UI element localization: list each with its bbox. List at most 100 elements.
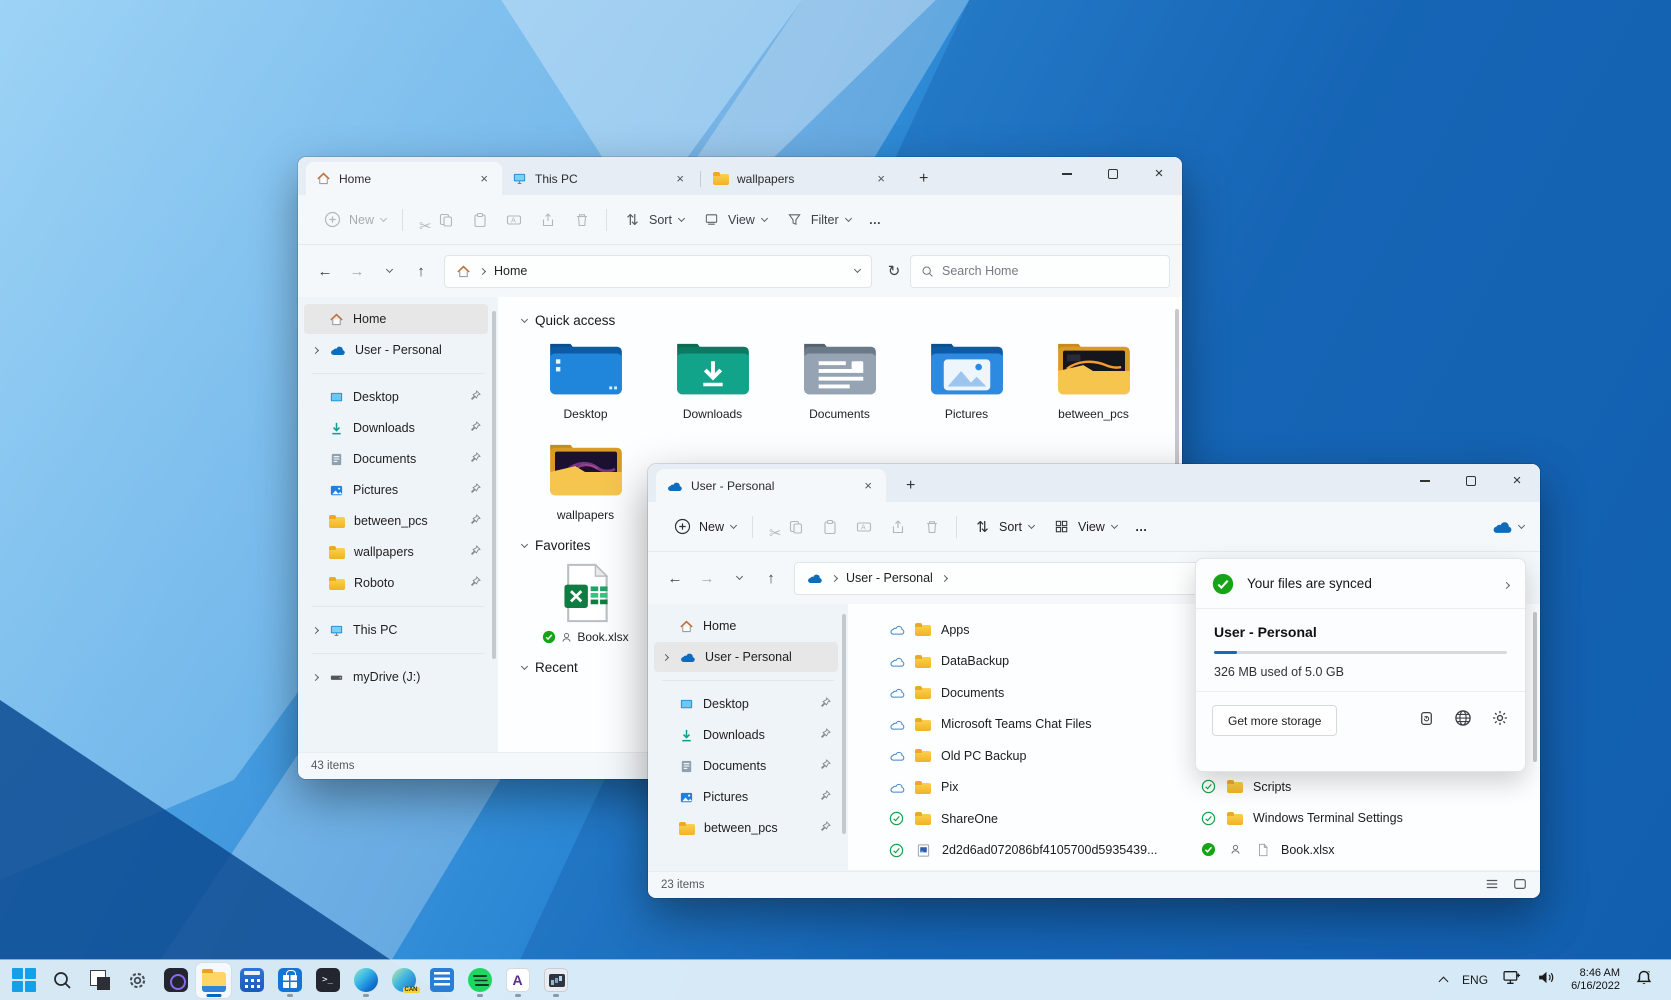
file-row[interactable]: DataBackup — [888, 646, 1188, 678]
store-button[interactable] — [272, 963, 307, 998]
terminal-button[interactable]: >_ — [310, 963, 345, 998]
tile-desktop[interactable]: Desktop — [522, 338, 649, 421]
file-row[interactable]: Book.xlsx — [1200, 834, 1500, 866]
filter-button[interactable]: Filter — [776, 203, 860, 236]
chevron-right-icon[interactable] — [310, 675, 320, 680]
volume-icon[interactable] — [1537, 970, 1556, 990]
file-row[interactable]: 2d2d6ad072086bf4105700d5935439... — [888, 835, 1188, 867]
new-tab-button[interactable]: + — [913, 170, 934, 188]
tile-book-xlsx[interactable]: Book.xlsx — [522, 563, 649, 644]
share-icon[interactable] — [881, 512, 915, 542]
sidebar-item-between-pcs[interactable]: between_pcs — [654, 813, 838, 843]
calculator-button[interactable] — [234, 963, 269, 998]
file-row[interactable]: ShareOne — [888, 803, 1188, 835]
recent-locations-icon[interactable] — [374, 256, 404, 286]
settings-button[interactable] — [120, 963, 155, 998]
chevron-right-icon[interactable] — [310, 348, 320, 353]
large-icons-view-icon[interactable] — [1513, 877, 1527, 894]
up-icon[interactable]: ↑ — [406, 256, 436, 286]
gear-icon[interactable] — [1491, 709, 1509, 732]
new-button[interactable]: New — [314, 203, 395, 236]
tab-close-icon[interactable]: × — [672, 171, 688, 186]
maximize-button[interactable] — [1448, 464, 1494, 498]
file-explorer-button[interactable] — [196, 963, 231, 998]
back-icon[interactable]: ← — [660, 563, 690, 593]
sidebar-item-downloads[interactable]: Downloads — [654, 720, 838, 750]
file-row[interactable]: Microsoft Teams Chat Files — [888, 709, 1188, 741]
copy-icon[interactable] — [429, 205, 463, 235]
search-input[interactable]: Search Home — [910, 255, 1170, 288]
delete-icon[interactable] — [915, 512, 949, 542]
rename-icon[interactable]: A — [847, 512, 881, 542]
edge-canary-button[interactable] — [386, 963, 421, 998]
sidebar-item-mydrive[interactable]: myDrive (J:) — [304, 662, 488, 692]
tab-close-icon[interactable]: × — [873, 171, 889, 186]
get-more-storage-button[interactable]: Get more storage — [1212, 705, 1337, 736]
sidebar-item-pictures[interactable]: Pictures — [304, 475, 488, 505]
chevron-right-icon[interactable] — [660, 655, 670, 660]
start-button[interactable] — [6, 963, 41, 998]
section-quick-access[interactable]: Quick access — [522, 313, 1182, 328]
sidebar-item-desktop[interactable]: Desktop — [304, 382, 488, 412]
sidebar-item-documents[interactable]: Documents — [654, 751, 838, 781]
share-icon[interactable] — [531, 205, 565, 235]
view-button[interactable]: View — [693, 203, 776, 236]
task-view-button[interactable] — [82, 963, 117, 998]
breadcrumb[interactable]: Home — [444, 255, 872, 288]
notification-bell-icon[interactable]: z — [1635, 969, 1653, 992]
chevron-right-icon[interactable] — [1504, 576, 1509, 591]
recycle-bin-icon[interactable] — [1418, 710, 1435, 732]
address-dropdown-icon[interactable] — [854, 266, 861, 273]
new-button[interactable]: New — [664, 510, 745, 543]
sidebar-item-this-pc[interactable]: This PC — [304, 615, 488, 645]
tile-pictures[interactable]: Pictures — [903, 338, 1030, 421]
delete-icon[interactable] — [565, 205, 599, 235]
details-view-icon[interactable] — [1485, 877, 1499, 894]
minimize-button[interactable] — [1402, 464, 1448, 498]
tab-close-icon[interactable]: × — [860, 478, 876, 493]
sidebar-item-desktop[interactable]: Desktop — [654, 689, 838, 719]
tile-between-pcs[interactable]: between_pcs — [1030, 338, 1157, 421]
rename-icon[interactable]: A — [497, 205, 531, 235]
file-row[interactable]: Windows Terminal Settings — [1200, 803, 1500, 835]
tab-wallpapers[interactable]: wallpapers × — [703, 162, 899, 195]
sidebar-scrollbar[interactable] — [842, 614, 846, 834]
onedrive-status-button[interactable] — [1491, 519, 1524, 534]
sort-button[interactable]: ⇅ Sort — [964, 510, 1043, 543]
view-button[interactable]: View — [1043, 510, 1126, 543]
tile-downloads[interactable]: Downloads — [649, 338, 776, 421]
file-row[interactable]: Scripts — [1200, 771, 1500, 803]
file-row[interactable]: Apps — [888, 614, 1188, 646]
system-monitor-button[interactable] — [538, 963, 573, 998]
language-indicator[interactable]: ENG — [1462, 973, 1488, 987]
new-tab-button[interactable]: + — [900, 477, 921, 495]
hidden-icons-chevron[interactable] — [1439, 977, 1449, 987]
sidebar-item-roboto[interactable]: Roboto — [304, 568, 488, 598]
paste-icon[interactable] — [813, 512, 847, 542]
close-button[interactable]: × — [1494, 464, 1540, 498]
chevron-right-icon[interactable] — [310, 628, 320, 633]
tab-this-pc[interactable]: This PC × — [502, 162, 698, 195]
sidebar-item-between-pcs[interactable]: between_pcs — [304, 506, 488, 536]
globe-icon[interactable] — [1454, 709, 1472, 732]
clock[interactable]: 8:46 AM 6/16/2022 — [1571, 967, 1620, 993]
tab-user-personal[interactable]: User - Personal × — [656, 469, 886, 502]
close-button[interactable]: × — [1136, 157, 1182, 191]
sidebar-item-wallpapers[interactable]: wallpapers — [304, 537, 488, 567]
copy-icon[interactable] — [779, 512, 813, 542]
search-button[interactable] — [44, 963, 79, 998]
sidebar-item-onedrive[interactable]: User - Personal — [654, 642, 838, 672]
paste-icon[interactable] — [463, 205, 497, 235]
refresh-icon[interactable]: ↻ — [880, 257, 908, 285]
edge-button[interactable] — [348, 963, 383, 998]
file-row[interactable]: Old PC Backup — [888, 740, 1188, 772]
minimize-button[interactable] — [1044, 157, 1090, 191]
network-icon[interactable] — [1503, 970, 1522, 990]
sidebar-scrollbar[interactable] — [492, 311, 496, 659]
notes-app-button[interactable] — [424, 963, 459, 998]
sidebar-item-onedrive[interactable]: User - Personal — [304, 335, 488, 365]
back-icon[interactable]: ← — [310, 256, 340, 286]
tile-wallpapers[interactable]: wallpapers — [522, 439, 649, 522]
sidebar-item-home[interactable]: Home — [654, 611, 838, 641]
see-more-button[interactable]: … — [1126, 513, 1159, 541]
